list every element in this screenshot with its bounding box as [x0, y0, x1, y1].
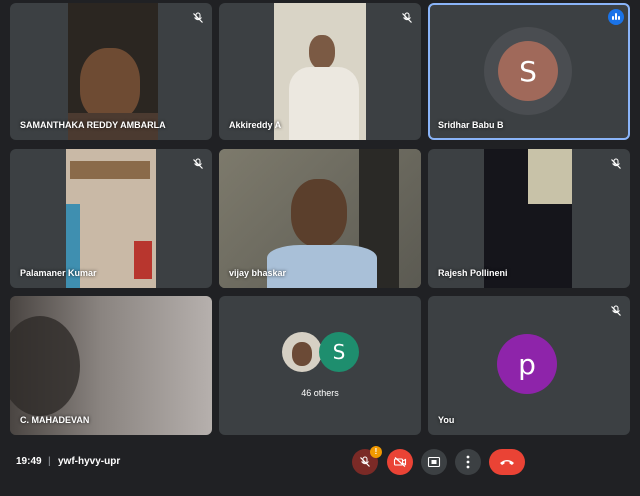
meeting-code: ywf-hyvy-upr: [58, 456, 121, 467]
mic-off-icon: [360, 456, 370, 467]
avatar: [282, 332, 322, 372]
mic-off-icon: [610, 157, 622, 169]
end-call-button[interactable]: [489, 449, 525, 475]
others-tile[interactable]: S 46 others: [219, 296, 421, 435]
present-screen-button[interactable]: [421, 449, 447, 475]
participant-face: [309, 35, 335, 69]
present-screen-icon: [427, 456, 441, 468]
speaking-indicator-icon: [608, 9, 624, 25]
participant-tile-active[interactable]: S Sridhar Babu B: [428, 3, 630, 140]
camera-off-icon: [393, 457, 407, 467]
participant-tile[interactable]: Akkireddy A: [219, 3, 421, 140]
participant-name: vijay bhaskar: [229, 268, 287, 278]
participant-shoulders: [267, 245, 377, 288]
participant-name: C. MAHADEVAN: [20, 415, 90, 425]
separator: |: [48, 456, 51, 467]
participant-tile[interactable]: SAMANTHAKA REDDY AMBARLA: [10, 3, 212, 140]
others-count: 46 others: [301, 388, 339, 398]
participant-tile[interactable]: C. MAHADEVAN: [10, 296, 212, 435]
participant-name: Akkireddy A: [229, 120, 282, 130]
participant-name: You: [438, 415, 455, 425]
participant-tile[interactable]: Palamaner Kumar: [10, 149, 212, 288]
meeting-time: 19:49: [16, 456, 42, 467]
avatar: S: [498, 41, 558, 101]
more-options-button[interactable]: [455, 449, 481, 475]
red-object: [134, 241, 152, 279]
participant-name: Rajesh Pollineni: [438, 268, 508, 278]
participant-face: [291, 179, 347, 247]
participant-name: Sridhar Babu B: [438, 120, 504, 130]
warning-badge: !: [370, 446, 382, 458]
ceiling-light: [528, 149, 572, 204]
mic-off-icon: [610, 304, 622, 316]
participant-shoulders: [289, 67, 359, 140]
participant-tile[interactable]: vijay bhaskar: [219, 149, 421, 288]
participant-name: SAMANTHAKA REDDY AMBARLA: [20, 120, 166, 130]
wall-shelf: [70, 161, 150, 179]
mic-off-icon: [401, 11, 413, 23]
avatar: S: [319, 332, 359, 372]
self-tile[interactable]: p You: [428, 296, 630, 435]
mic-off-icon: [192, 11, 204, 23]
mic-off-icon: [192, 157, 204, 169]
participant-face: [80, 48, 140, 120]
camera-toggle-button[interactable]: [387, 449, 413, 475]
avatar: p: [497, 334, 557, 394]
more-options-icon: [466, 455, 470, 469]
participant-name: Palamaner Kumar: [20, 268, 97, 278]
end-call-icon: [500, 460, 514, 465]
participant-tile[interactable]: Rajesh Pollineni: [428, 149, 630, 288]
